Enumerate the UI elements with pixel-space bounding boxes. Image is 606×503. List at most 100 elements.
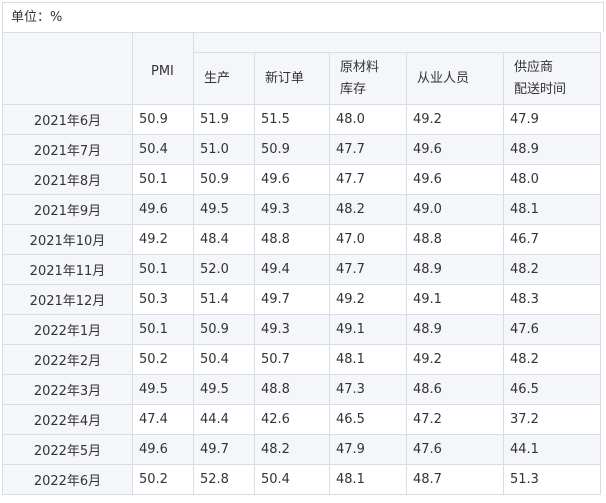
header-subindex-group — [192, 32, 602, 53]
cell-raw-material: 47.7 — [329, 164, 407, 195]
cell-month: 2022年2月 — [2, 344, 133, 375]
cell-production: 50.9 — [193, 164, 255, 195]
cell-employment: 49.6 — [406, 164, 504, 195]
table-row: 2022年6月 50.2 52.8 50.4 48.1 48.7 51.3 — [2, 464, 602, 495]
header-raw-material-line2: 库存 — [340, 81, 367, 97]
cell-raw-material: 49.1 — [329, 314, 407, 345]
cell-new-orders: 51.5 — [254, 104, 330, 135]
cell-raw-material: 47.3 — [329, 374, 407, 405]
cell-new-orders: 50.9 — [254, 134, 330, 165]
cell-production: 49.5 — [193, 374, 255, 405]
cell-supplier: 48.9 — [502, 134, 602, 165]
cell-month: 2021年12月 — [2, 284, 133, 315]
cell-production: 44.4 — [193, 404, 255, 435]
cell-month: 2022年5月 — [2, 434, 133, 465]
cell-raw-material: 48.2 — [329, 194, 407, 225]
cell-new-orders: 49.3 — [254, 194, 330, 225]
cell-month: 2021年8月 — [2, 164, 133, 195]
cell-month: 2021年10月 — [2, 224, 133, 255]
cell-supplier: 48.2 — [502, 254, 602, 285]
cell-supplier: 48.2 — [502, 344, 602, 375]
cell-new-orders: 48.8 — [254, 374, 330, 405]
header-raw-material-line1: 原材料 — [340, 59, 380, 75]
cell-raw-material: 48.0 — [329, 104, 407, 135]
header-pmi: PMI — [132, 32, 194, 105]
cell-supplier: 47.6 — [502, 314, 602, 345]
cell-raw-material: 48.1 — [329, 344, 407, 375]
cell-new-orders: 42.6 — [254, 404, 330, 435]
cell-production: 52.0 — [193, 254, 255, 285]
cell-supplier: 48.1 — [502, 194, 602, 225]
cell-employment: 49.0 — [406, 194, 504, 225]
cell-production: 49.7 — [193, 434, 255, 465]
cell-employment: 49.1 — [406, 284, 504, 315]
cell-raw-material: 47.7 — [329, 254, 407, 285]
cell-production: 48.4 — [193, 224, 255, 255]
cell-production: 51.0 — [193, 134, 255, 165]
cell-raw-material: 47.0 — [329, 224, 407, 255]
cell-new-orders: 49.6 — [254, 164, 330, 195]
table-row: 2022年2月 50.2 50.4 50.7 48.1 49.2 48.2 — [2, 344, 602, 375]
cell-production: 51.4 — [193, 284, 255, 315]
cell-new-orders: 50.7 — [254, 344, 330, 375]
pmi-table-container: 单位：% PMI 生产 新订单 原材料 库存 从业人员 供应商 配送时间 202… — [2, 2, 604, 498]
cell-pmi: 50.1 — [132, 164, 194, 195]
cell-raw-material: 48.1 — [329, 464, 407, 495]
cell-pmi: 50.1 — [132, 254, 194, 285]
cell-new-orders: 49.7 — [254, 284, 330, 315]
unit-label: 单位：% — [2, 2, 604, 32]
header-employment: 从业人员 — [406, 52, 504, 105]
cell-supplier: 37.2 — [502, 404, 602, 435]
header-new-orders: 新订单 — [254, 52, 330, 105]
cell-employment: 47.2 — [406, 404, 504, 435]
cell-production: 50.4 — [193, 344, 255, 375]
cell-month: 2022年3月 — [2, 374, 133, 405]
cell-supplier: 48.0 — [502, 164, 602, 195]
cell-new-orders: 48.8 — [254, 224, 330, 255]
cell-raw-material: 49.2 — [329, 284, 407, 315]
cell-supplier: 47.9 — [502, 104, 602, 135]
cell-supplier: 46.7 — [502, 224, 602, 255]
cell-new-orders: 49.3 — [254, 314, 330, 345]
cell-month: 2021年7月 — [2, 134, 133, 165]
cell-month: 2021年11月 — [2, 254, 133, 285]
cell-month: 2022年1月 — [2, 314, 133, 345]
cell-employment: 49.2 — [406, 344, 504, 375]
pmi-table: PMI 生产 新订单 原材料 库存 从业人员 供应商 配送时间 2021年6月 5… — [2, 32, 602, 495]
table-header: PMI 生产 新订单 原材料 库存 从业人员 供应商 配送时间 — [2, 32, 602, 105]
cell-employment: 48.6 — [406, 374, 504, 405]
table-row: 2022年3月 49.5 49.5 48.8 47.3 48.6 46.5 — [2, 374, 602, 405]
table-row: 2021年10月 49.2 48.4 48.8 47.0 48.8 46.7 — [2, 224, 602, 255]
cell-pmi: 50.9 — [132, 104, 194, 135]
cell-employment: 49.6 — [406, 134, 504, 165]
table-row: 2021年8月 50.1 50.9 49.6 47.7 49.6 48.0 — [2, 164, 602, 195]
cell-employment: 49.2 — [406, 104, 504, 135]
cell-employment: 47.6 — [406, 434, 504, 465]
cell-new-orders: 50.4 — [254, 464, 330, 495]
table-row: 2021年9月 49.6 49.5 49.3 48.2 49.0 48.1 — [2, 194, 602, 225]
table-row: 2021年7月 50.4 51.0 50.9 47.7 49.6 48.9 — [2, 134, 602, 165]
cell-pmi: 50.3 — [132, 284, 194, 315]
table-row: 2021年11月 50.1 52.0 49.4 47.7 48.9 48.2 — [2, 254, 602, 285]
cell-pmi: 49.5 — [132, 374, 194, 405]
cell-pmi: 50.1 — [132, 314, 194, 345]
cell-supplier: 44.1 — [502, 434, 602, 465]
cell-employment: 48.7 — [406, 464, 504, 495]
cell-pmi: 50.4 — [132, 134, 194, 165]
table-row: 2022年1月 50.1 50.9 49.3 49.1 48.9 47.6 — [2, 314, 602, 345]
table-row: 2021年6月 50.9 51.9 51.5 48.0 49.2 47.9 — [2, 104, 602, 135]
cell-pmi: 50.2 — [132, 464, 194, 495]
table-row: 2021年12月 50.3 51.4 49.7 49.2 49.1 48.3 — [2, 284, 602, 315]
cell-employment: 48.9 — [406, 314, 504, 345]
cell-raw-material: 47.9 — [329, 434, 407, 465]
cell-production: 50.9 — [193, 314, 255, 345]
table-row: 2022年4月 47.4 44.4 42.6 46.5 47.2 37.2 — [2, 404, 602, 435]
cell-pmi: 49.2 — [132, 224, 194, 255]
cell-supplier: 46.5 — [502, 374, 602, 405]
cell-pmi: 50.2 — [132, 344, 194, 375]
cell-supplier: 51.3 — [502, 464, 602, 495]
header-supplier: 供应商 配送时间 — [502, 52, 602, 105]
cell-pmi: 49.6 — [132, 194, 194, 225]
table-body: 2021年6月 50.9 51.9 51.5 48.0 49.2 47.9 2021年7月 50… — [2, 104, 602, 495]
cell-month: 2021年6月 — [2, 104, 133, 135]
